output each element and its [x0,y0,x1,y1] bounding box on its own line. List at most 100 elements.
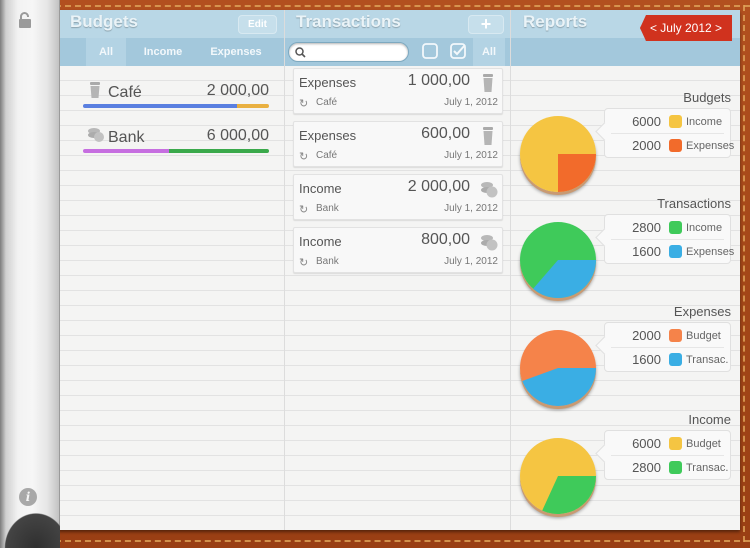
legend-value: 2800 [632,460,661,475]
legend-label: Transac. [686,354,729,366]
transaction-amount: 600,00 [421,125,470,142]
filter-all-transactions[interactable]: All [473,38,505,66]
coffee-cup-icon [480,74,496,92]
chart-title: Budgets [683,90,731,105]
transaction-item[interactable]: Income 800,00 ↻ Bank July 1, 2012 [293,227,503,273]
stitching [743,5,745,542]
transaction-type: Expenses [299,128,357,143]
lock-open-icon[interactable] [18,12,32,28]
transaction-item[interactable]: Income 2 000,00 ↻ Bank July 1, 2012 [293,174,503,220]
legend-value: 2000 [632,138,661,153]
chart-title: Income [688,412,731,427]
legend-swatch [669,461,682,474]
budget-amount: 2 000,00 [206,82,269,99]
transaction-amount: 2 000,00 [407,178,470,195]
legend-swatch [669,353,682,366]
coins-icon [87,127,104,143]
stitching [55,5,750,7]
chart-legend: 6000 Budget 2800 Transac. [604,430,731,480]
legend-swatch [669,437,682,450]
pie-chart [520,222,596,298]
legend-label: Budget [686,438,721,450]
legend-swatch [669,221,682,234]
recurring-icon: ↻ [299,151,309,163]
checkbox-unchecked-icon[interactable] [422,43,438,59]
stitching [55,540,750,542]
transaction-account: Bank [316,256,339,267]
coins-icon [480,180,498,198]
transaction-item[interactable]: Expenses 600,00 ↻ Café July 1, 2012 [293,121,503,167]
budget-progress-spent [83,149,169,153]
legend-swatch [669,115,682,128]
legend-value: 6000 [632,436,661,451]
transaction-account: Café [316,97,338,108]
transaction-type: Expenses [299,75,357,90]
legend-label: Expenses [686,246,735,258]
filter-tab-all[interactable]: All [86,38,126,66]
budget-item-cafe[interactable]: Café 2 000,00 [83,82,269,112]
transaction-type: Income [299,234,342,249]
recurring-icon: ↻ [299,204,309,216]
legend-label: Budget [686,330,721,342]
legend-swatch [669,139,682,152]
legend-label: Expenses [686,140,735,152]
budget-progress-bar [83,149,269,153]
transaction-date: July 1, 2012 [444,256,498,267]
transaction-account: Café [316,150,338,161]
legend-row: 2000 Budget [611,324,724,348]
filter-tab-expenses[interactable]: Expenses [198,38,274,66]
transaction-date: July 1, 2012 [444,150,498,161]
pie-chart [520,438,596,514]
transaction-date: July 1, 2012 [444,97,498,108]
chart-title: Transactions [657,196,731,211]
legend-label: Income [686,222,723,234]
column-divider [510,10,511,530]
legend-label: Transac. [686,462,729,474]
legend-swatch [669,329,682,342]
book-spine [0,0,60,548]
transaction-account: Bank [316,203,339,214]
edit-button[interactable]: Edit [238,15,277,34]
transaction-amount: 1 000,00 [407,72,470,89]
transactions-title: Transactions [296,12,401,31]
info-icon[interactable]: i [19,488,37,506]
chart-legend: 6000 Income 2000 Expenses [604,108,734,158]
filter-tab-income[interactable]: Income [130,38,196,66]
pie-chart [520,116,596,192]
legend-swatch [669,245,682,258]
legend-label: Income [686,116,723,128]
legend-row: 1600 Expenses [611,240,734,264]
transaction-item[interactable]: Expenses 1 000,00 ↻ Café July 1, 2012 [293,68,503,114]
chart-title: Expenses [673,304,731,319]
checkbox-checked-icon[interactable] [450,43,469,59]
add-transaction-button[interactable]: + [468,15,504,34]
budget-name: Bank [108,129,145,146]
spine-curl [0,508,60,548]
budget-name: Café [108,84,142,101]
search-input[interactable] [288,42,409,62]
pie-chart [520,330,596,406]
coffee-cup-icon [87,82,103,98]
chart-legend: 2000 Budget 1600 Transac. [604,322,731,372]
chart-legend: 2800 Income 1600 Expenses [604,214,734,264]
budget-progress-bar [83,104,269,108]
legend-value: 1600 [632,352,661,367]
legend-row: 2800 Income [611,216,724,240]
legend-row: 6000 Budget [611,432,724,456]
month-selector[interactable]: < July 2012 > [640,15,732,41]
transaction-type: Income [299,181,342,196]
budgets-title: Budgets [70,12,138,31]
recurring-icon: ↻ [299,98,309,110]
budget-item-bank[interactable]: Bank 6 000,00 [83,127,269,157]
legend-value: 1600 [632,244,661,259]
column-divider [284,10,285,530]
budget-progress-spent [83,104,238,108]
legend-row: 6000 Income [611,110,724,134]
recurring-icon: ↻ [299,257,309,269]
budget-progress-remaining [237,104,269,108]
legend-value: 2000 [632,328,661,343]
legend-row: 1600 Transac. [611,348,728,372]
transaction-date: July 1, 2012 [444,203,498,214]
legend-row: 2800 Transac. [611,456,728,480]
legend-row: 2000 Expenses [611,134,734,158]
